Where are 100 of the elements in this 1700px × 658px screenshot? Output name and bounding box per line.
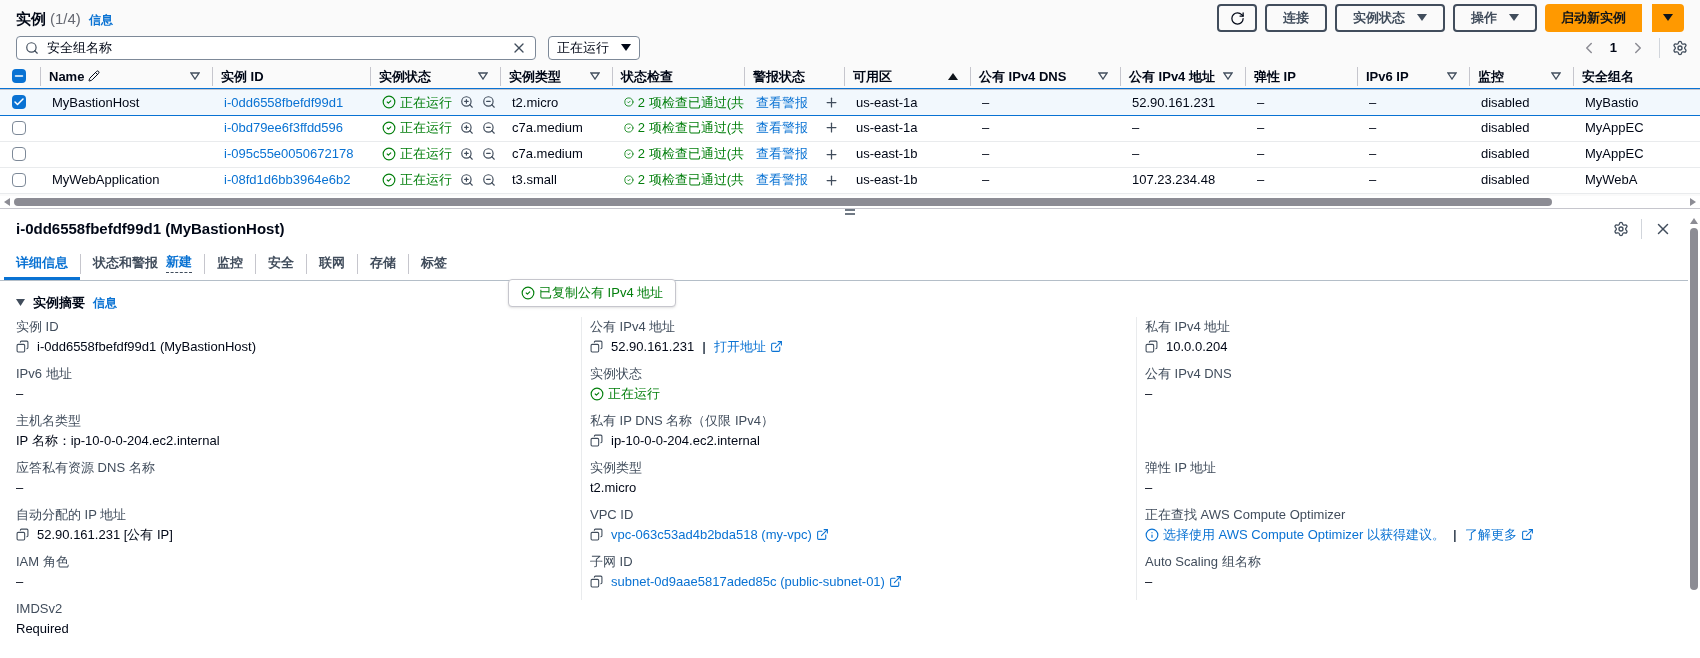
plus-icon[interactable]	[824, 146, 839, 162]
column-header[interactable]: 公有 IPv4 地址	[1129, 66, 1215, 86]
column-header[interactable]: 可用区	[853, 66, 892, 86]
status-check: 2 项检查已通过(共	[637, 145, 744, 164]
settings-icon[interactable]	[1672, 40, 1688, 56]
search-input[interactable]: 安全组名称	[47, 38, 503, 58]
scroll-right-icon[interactable]	[1690, 197, 1696, 206]
external-link-icon[interactable]	[1520, 528, 1534, 541]
zoom-out-icon[interactable]	[482, 173, 496, 187]
view-alarms-link[interactable]: 查看警报	[756, 118, 808, 138]
field-link[interactable]: subnet-0d9aae5817aded85c (public-subnet-01)	[611, 571, 885, 592]
caret-icon	[1417, 14, 1427, 22]
table-cell: t3.small	[512, 172, 557, 188]
instance-id-link[interactable]: i-095c55e0050672178	[224, 146, 354, 162]
column-header[interactable]: 实例状态	[379, 66, 431, 86]
view-alarms-link[interactable]: 查看警报	[756, 92, 808, 112]
view-alarms-link[interactable]: 查看警报	[756, 170, 808, 190]
plus-icon[interactable]	[824, 172, 839, 188]
column-header[interactable]: 安全组名	[1582, 66, 1634, 86]
sort-icon[interactable]	[1098, 72, 1108, 81]
instance-id-link[interactable]: i-0dd6558fbefdf99d1	[224, 94, 344, 110]
selection-count: (1/4)	[50, 9, 81, 29]
column-header[interactable]: 监控	[1478, 66, 1504, 86]
instance-id-link[interactable]: i-0bd79ee6f3ffdd596	[224, 120, 344, 135]
field-value: IP 名称：ip-10-0-0-204.ec2.internal	[16, 431, 220, 450]
column-header[interactable]: 状态检查	[621, 66, 673, 86]
connect-button[interactable]: 连接	[1265, 4, 1327, 32]
sort-icon[interactable]	[190, 72, 200, 81]
state-filter-dropdown[interactable]: 正在运行	[548, 36, 640, 60]
field-link[interactable]: 选择使用 AWS Compute Optimizer 以获得建议。	[1163, 524, 1445, 545]
dropdown-button[interactable]: 操作	[1453, 4, 1537, 32]
field-value: –	[1145, 384, 1153, 403]
section-toggle[interactable]: 实例摘要	[16, 293, 85, 313]
caret-icon	[621, 44, 631, 52]
zoom-out-icon[interactable]	[482, 95, 496, 110]
external-link-icon[interactable]	[888, 575, 902, 588]
column-header[interactable]: IPv6 IP	[1366, 66, 1409, 86]
dropdown-button[interactable]: 实例状态	[1335, 4, 1445, 32]
check-circle-icon	[624, 173, 634, 187]
field-value: –	[16, 478, 24, 497]
sort-icon[interactable]	[1223, 72, 1233, 81]
detail-tab[interactable]: 状态和警报 新建	[81, 248, 204, 280]
sort-icon[interactable]	[590, 72, 600, 81]
info-link[interactable]: 信息	[88, 11, 113, 29]
row-checkbox[interactable]	[12, 120, 26, 135]
page-number[interactable]: 1	[1609, 38, 1617, 58]
resize-handle-icon[interactable]	[844, 208, 856, 215]
scroll-up-icon[interactable]	[1690, 217, 1698, 224]
detail-tab[interactable]: 存储	[358, 248, 408, 280]
detail-tab[interactable]: 安全	[256, 248, 306, 280]
row-checkbox[interactable]	[12, 173, 26, 187]
zoom-in-icon[interactable]	[460, 147, 474, 161]
copy-icon[interactable]	[590, 434, 603, 447]
sort-icon[interactable]	[1447, 72, 1457, 81]
refresh-button[interactable]	[1217, 4, 1257, 32]
view-alarms-link[interactable]: 查看警报	[756, 144, 808, 164]
plus-icon[interactable]	[824, 94, 839, 110]
plus-icon[interactable]	[824, 120, 839, 136]
detail-tab[interactable]: 监控	[205, 248, 255, 280]
sort-ascending-icon[interactable]	[948, 72, 958, 81]
copy-icon[interactable]	[590, 340, 603, 353]
launch-instance-button[interactable]: 启动新实例	[1545, 4, 1642, 32]
info-link[interactable]: 信息	[93, 293, 117, 312]
horizontal-scrollbar[interactable]	[0, 195, 1700, 208]
select-all-checkbox[interactable]	[12, 69, 26, 84]
zoom-out-icon[interactable]	[482, 147, 496, 161]
zoom-in-icon[interactable]	[460, 120, 474, 135]
sort-icon[interactable]	[1551, 72, 1561, 81]
table-cell: –	[982, 94, 990, 110]
zoom-in-icon[interactable]	[460, 95, 474, 110]
zoom-out-icon[interactable]	[482, 120, 496, 135]
row-checkbox[interactable]	[12, 147, 26, 161]
search-field[interactable]: 安全组名称	[16, 36, 536, 60]
field-link[interactable]: vpc-063c53ad4b2bda518 (my-vpc)	[611, 524, 812, 545]
info-icon	[1145, 527, 1159, 542]
field-link[interactable]: 打开地址	[713, 336, 766, 357]
column-header[interactable]: 实例 ID	[221, 66, 264, 86]
column-header[interactable]: 实例类型	[509, 66, 561, 86]
column-header[interactable]: 公有 IPv4 DNS	[979, 66, 1067, 86]
launch-options-button[interactable]	[1652, 4, 1684, 32]
copy-icon[interactable]	[16, 340, 29, 353]
field-link[interactable]: 了解更多	[1464, 524, 1517, 545]
detail-tab[interactable]: 联网	[307, 248, 357, 280]
settings-icon[interactable]	[1613, 220, 1629, 237]
copy-icon[interactable]	[1145, 340, 1158, 353]
external-link-icon[interactable]	[769, 340, 783, 353]
row-checkbox[interactable]	[12, 95, 26, 110]
column-header[interactable]: Name	[49, 66, 85, 86]
zoom-in-icon[interactable]	[460, 173, 474, 187]
scroll-left-icon[interactable]	[4, 197, 10, 206]
copy-icon[interactable]	[16, 528, 29, 541]
detail-tab[interactable]: 标签	[409, 248, 459, 280]
column-header[interactable]: 弹性 IP	[1254, 66, 1296, 86]
copy-icon[interactable]	[590, 528, 603, 541]
column-header[interactable]: 警报状态	[753, 66, 805, 86]
instance-id-link[interactable]: i-08fd1d6bb3964e6b2	[224, 172, 351, 188]
sort-icon[interactable]	[478, 72, 488, 81]
external-link-icon[interactable]	[815, 528, 829, 541]
detail-tab[interactable]: 详细信息	[4, 248, 80, 280]
copy-icon[interactable]	[590, 575, 603, 588]
